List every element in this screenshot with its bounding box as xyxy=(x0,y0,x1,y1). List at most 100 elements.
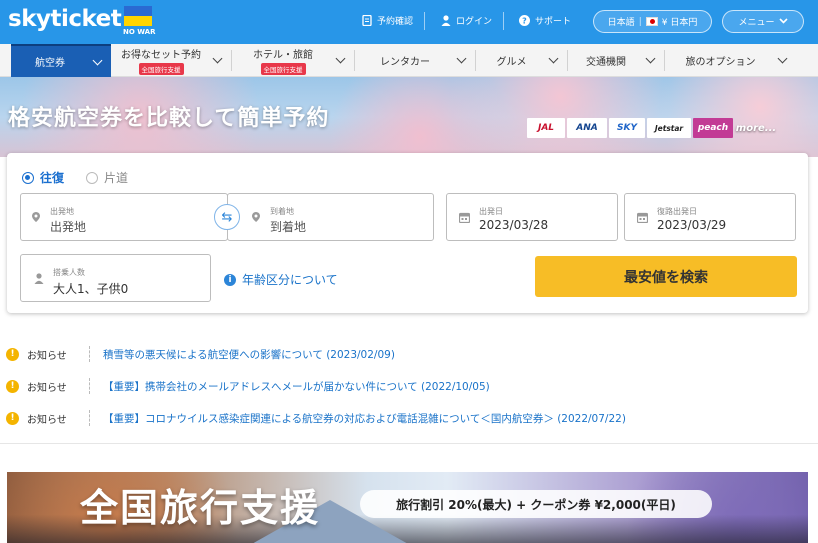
chevron-down-icon xyxy=(645,53,656,64)
round-trip-radio[interactable]: 往復 xyxy=(22,169,64,186)
chevron-down-icon xyxy=(456,53,467,64)
destination-field[interactable]: 到着地 到着地 xyxy=(227,193,434,241)
tab-transport[interactable]: 交通機関 xyxy=(568,44,664,77)
document-icon xyxy=(361,15,372,26)
chevron-down-icon xyxy=(212,53,223,64)
notice-item[interactable]: ! お知らせ 【重要】コロナウイルス感染症関連による航空券の対応および電話混雑に… xyxy=(6,410,626,426)
swap-airports-button[interactable]: ⇆ xyxy=(214,204,240,230)
tab-badge: 全国旅行支援 xyxy=(260,63,306,75)
one-way-label: 片道 xyxy=(104,171,129,185)
booking-check-link[interactable]: 予約確認 xyxy=(361,14,413,27)
language-currency-button[interactable]: 日本語 | ¥ 日本円 xyxy=(593,10,712,33)
info-icon: i xyxy=(224,273,236,286)
calendar-icon xyxy=(637,212,648,223)
return-date-value: 2023/03/29 xyxy=(657,218,727,232)
tab-label: 航空券 xyxy=(35,58,65,69)
location-pin-icon xyxy=(252,212,260,222)
origin-field-label: 出発地 xyxy=(50,207,74,216)
passengers-label: 搭乗人数 xyxy=(53,268,85,277)
notice-link[interactable]: 【重要】コロナウイルス感染症関連による航空券の対応および電話混雑について＜国内航… xyxy=(103,411,626,426)
passengers-value: 大人1、子供0 xyxy=(53,282,129,296)
notice-item[interactable]: ! お知らせ 【重要】携帯会社のメールアドレスへメールが届かない件について (2… xyxy=(6,378,490,394)
age-category-link[interactable]: i 年齢区分について xyxy=(224,271,338,288)
menu-button[interactable]: メニュー xyxy=(722,10,804,33)
tab-label: ホテル・旅館 xyxy=(253,50,313,61)
banner-discount-pill: 旅行割引 20%(最大) + クーポン券 ¥2,000(平日) xyxy=(360,490,712,518)
search-cheapest-button[interactable]: 最安値を検索 xyxy=(535,256,797,297)
help-icon: ? xyxy=(519,15,530,26)
language-label: 日本語 xyxy=(607,18,635,28)
tab-label: 旅のオプション xyxy=(685,57,756,68)
destination-placeholder: 到着地 xyxy=(270,220,307,234)
airline-logos: JAL ANA SKY Jetstar peach more... xyxy=(527,118,777,138)
top-header: skyticket NO WAR 予約確認 ログイン ? サポート 日本語 | … xyxy=(0,0,818,44)
login-label: ログイン xyxy=(456,17,493,27)
radio-selected-icon xyxy=(22,171,34,184)
departure-date-label: 出発日 xyxy=(479,207,503,216)
notice-category: お知らせ xyxy=(27,414,67,426)
no-war-label: NO WAR xyxy=(123,28,156,36)
tab-label: 交通機関 xyxy=(586,57,626,68)
tab-badge: 全国旅行支援 xyxy=(138,63,184,75)
booking-check-label: 予約確認 xyxy=(377,17,414,27)
airline-logo: JAL xyxy=(527,118,565,138)
header-divider xyxy=(424,12,425,30)
destination-field-label: 到着地 xyxy=(270,207,294,216)
one-way-radio[interactable]: 片道 xyxy=(86,169,128,186)
more-airlines-label: more... xyxy=(735,122,777,134)
notice-item[interactable]: ! お知らせ 積雪等の悪天候による航空便への影響について (2023/02/09… xyxy=(6,346,395,362)
service-nav: 航空券 お得なセット予約 全国旅行支援 ホテル・旅館 全国旅行支援 レンタカー … xyxy=(0,44,818,77)
chevron-down-icon xyxy=(778,17,788,27)
login-link[interactable]: ログイン xyxy=(440,14,492,27)
banner-title: 全国旅行支援 xyxy=(80,486,321,530)
origin-field[interactable]: 出発地 出発地 xyxy=(20,193,228,241)
location-pin-icon xyxy=(32,212,40,222)
origin-placeholder: 出発地 xyxy=(50,220,87,234)
return-date-label: 復路出発日 xyxy=(657,207,697,216)
header-divider xyxy=(503,12,504,30)
notice-divider xyxy=(89,346,90,362)
chevron-down-icon xyxy=(548,53,559,64)
notice-category: お知らせ xyxy=(27,382,67,394)
swap-arrows-icon: ⇆ xyxy=(221,209,233,225)
radio-unselected-icon xyxy=(86,171,98,184)
tab-gourmet[interactable]: グルメ xyxy=(476,44,567,77)
return-date-field[interactable]: 復路出発日 2023/03/29 xyxy=(624,193,796,241)
age-category-label: 年齢区分について xyxy=(242,273,338,287)
tab-hotels[interactable]: ホテル・旅館 全国旅行支援 xyxy=(232,44,354,77)
notice-divider xyxy=(89,410,90,426)
tab-label: グルメ xyxy=(496,57,527,68)
departure-date-field[interactable]: 出発日 2023/03/28 xyxy=(446,193,618,241)
round-trip-label: 往復 xyxy=(40,171,65,185)
person-icon xyxy=(34,273,44,284)
tab-travel-options[interactable]: 旅のオプション xyxy=(665,44,796,77)
airline-logo: ANA xyxy=(567,118,607,138)
calendar-icon xyxy=(459,212,470,223)
airline-logo: SKY xyxy=(609,118,645,138)
support-link[interactable]: ? サポート xyxy=(519,14,571,27)
hero-title: 格安航空券を比較して簡単予約 xyxy=(8,106,330,131)
warning-icon: ! xyxy=(6,379,19,393)
chevron-down-icon xyxy=(335,53,346,64)
support-label: サポート xyxy=(535,17,572,27)
departure-date-value: 2023/03/28 xyxy=(479,218,549,232)
ukraine-flag-icon xyxy=(124,6,152,26)
notice-link[interactable]: 【重要】携帯会社のメールアドレスへメールが届かない件について (2022/10/… xyxy=(103,379,490,394)
section-divider xyxy=(0,443,818,444)
notice-divider xyxy=(89,378,90,394)
chevron-down-icon xyxy=(92,55,103,66)
notice-category: お知らせ xyxy=(27,350,67,362)
tab-flights[interactable]: 航空券 xyxy=(11,44,111,77)
svg-text:?: ? xyxy=(522,17,527,26)
japan-flag-icon xyxy=(645,17,658,26)
passengers-field[interactable]: 搭乗人数 大人1、子供0 xyxy=(20,254,211,302)
user-icon xyxy=(440,15,451,26)
site-logo[interactable]: skyticket xyxy=(8,6,122,32)
airline-logo: peach xyxy=(693,118,733,138)
tab-set-deals[interactable]: お得なセット予約 全国旅行支援 xyxy=(111,44,231,77)
airline-logo: Jetstar xyxy=(647,118,691,138)
tab-rental-car[interactable]: レンタカー xyxy=(355,44,475,77)
notice-link[interactable]: 積雪等の悪天候による航空便への影響について (2023/02/09) xyxy=(103,347,395,362)
warning-icon: ! xyxy=(6,411,19,425)
warning-icon: ! xyxy=(6,347,19,361)
